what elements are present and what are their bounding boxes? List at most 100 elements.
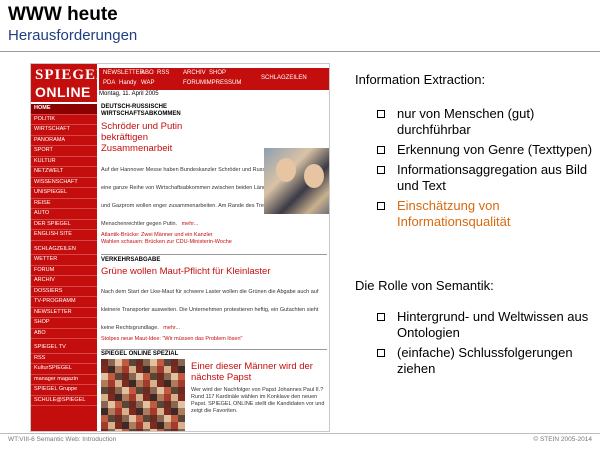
mosaic-tile — [171, 373, 178, 380]
sidebar-item[interactable]: KulturSPIEGEL — [31, 364, 97, 375]
sidebar-item[interactable]: SPIEGEL Gruppe — [31, 385, 97, 396]
list-item-text: Informationsaggregation aus Bild und Tex… — [397, 162, 588, 193]
mosaic-tile — [108, 429, 115, 431]
mosaic-tile — [115, 394, 122, 401]
spezial-headline[interactable]: Einer dieser Männer wird der nächste Pap… — [191, 361, 325, 383]
topnav-shop[interactable]: SHOP — [209, 70, 226, 77]
mosaic-tile — [143, 422, 150, 429]
sidebar-item[interactable]: SPIEGEL TV — [31, 343, 97, 354]
sidebar-item[interactable]: SHOP — [31, 318, 97, 329]
mosaic-tile — [101, 401, 108, 408]
mosaic-tile — [122, 387, 129, 394]
topnav-forum[interactable]: FORUM — [183, 80, 205, 87]
mosaic-tile — [122, 401, 129, 408]
story-more-link[interactable]: mehr... — [182, 221, 199, 227]
sidebar-item[interactable]: DER SPIEGEL — [31, 220, 97, 230]
sidebar-item[interactable]: WISSENSCHAFT — [31, 178, 97, 188]
topnav-impressum[interactable]: IMPRESSUM — [205, 80, 241, 87]
sidebar-item[interactable]: WIRTSCHAFT — [31, 125, 97, 136]
mosaic-tile — [101, 359, 108, 366]
mosaic-tile — [136, 422, 143, 429]
sidebar-item[interactable]: TV-PROGRAMM — [31, 297, 97, 308]
date-line: Montag, 11. April 2005 — [99, 91, 159, 97]
story-related-link[interactable]: Atlantik-Brücke: Zwei Männer und ein Kan… — [101, 232, 327, 239]
sidebar-item[interactable]: SPORT — [31, 146, 97, 157]
sidebar-item[interactable]: ARCHIV — [31, 276, 97, 287]
list-item: Erkennung von Genre (Texttypen) — [375, 142, 597, 158]
mosaic-tile — [171, 394, 178, 401]
topnav-abo[interactable]: ABO — [141, 70, 154, 77]
sidebar-item[interactable]: RSS — [31, 354, 97, 364]
sidebar-item[interactable]: PANORAMA — [31, 136, 97, 146]
slide-subtitle: Herausforderungen — [8, 27, 138, 44]
topnav-schlagzeilen[interactable]: SCHLAGZEILEN — [261, 75, 307, 82]
sidebar-item[interactable]: DOSSIERS — [31, 287, 97, 297]
content-area: DEUTSCH-RUSSISCHE WIRTSCHAFTSABKOMMEN Sc… — [101, 104, 329, 431]
mosaic-tile — [164, 366, 171, 373]
mosaic-tile — [129, 359, 136, 366]
topnav-handy[interactable]: Handy — [119, 80, 136, 87]
mosaic-tile — [150, 380, 157, 387]
story-related-link[interactable]: Wahlen schauen: Brücken zur CDU-Minister… — [101, 239, 327, 246]
topnav-pda[interactable]: PDA — [103, 80, 115, 87]
mosaic-tile — [101, 380, 108, 387]
story-headline[interactable]: Schröder und Putin bekräftigen Zusammena… — [101, 121, 221, 154]
spiegel-logo[interactable]: SPIEGEL ONLINE — [31, 64, 106, 102]
mosaic-tile — [115, 366, 122, 373]
sidebar-item[interactable]: SCHULE@SPIEGEL — [31, 396, 97, 406]
sidebar-item[interactable]: AUTO — [31, 209, 97, 220]
mosaic-tile — [150, 401, 157, 408]
mosaic-tile — [101, 394, 108, 401]
sidebar-item[interactable]: HOME — [31, 104, 97, 115]
mosaic-tile — [115, 422, 122, 429]
story-photo[interactable] — [264, 148, 329, 214]
list-item: Informationsaggregation aus Bild und Tex… — [375, 162, 597, 194]
sidebar-item[interactable]: SCHLAGZEILEN — [31, 245, 97, 255]
mosaic-tile — [150, 415, 157, 422]
mosaic-tile — [122, 429, 129, 431]
sidebar-item[interactable]: REISE — [31, 199, 97, 209]
story-related-link[interactable]: Stolpes neue Maut-Idee: "Wir müssen das … — [101, 336, 327, 343]
mosaic-tile — [178, 366, 185, 373]
logo-line2: ONLINE — [35, 84, 91, 100]
mosaic-tile — [150, 359, 157, 366]
sidebar-item[interactable]: NETZWELT — [31, 167, 97, 178]
mosaic-tile — [171, 359, 178, 366]
story-headline[interactable]: Grüne wollen Maut-Pflicht für Kleinlaste… — [101, 266, 327, 277]
sidebar-item[interactable]: ABO — [31, 329, 97, 339]
mosaic-tile — [157, 387, 164, 394]
mosaic-tile — [115, 429, 122, 431]
mosaic-tile — [143, 429, 150, 431]
sidebar-item[interactable]: POLITIK — [31, 115, 97, 125]
sidebar-item[interactable]: ENGLISH SITE — [31, 230, 97, 241]
mosaic-tile — [129, 394, 136, 401]
sidebar-item[interactable]: NEWSLETTER — [31, 308, 97, 318]
mosaic-tile — [178, 373, 185, 380]
mosaic-tile — [108, 394, 115, 401]
topnav-rss[interactable]: RSS — [157, 70, 169, 77]
sidebar-item[interactable]: UNISPIEGEL — [31, 188, 97, 199]
mosaic-tile — [178, 380, 185, 387]
story-body: Nach dem Start der Lkw-Maut für schwere … — [101, 289, 319, 331]
topnav-wap[interactable]: WAP — [141, 80, 154, 87]
mosaic-tile — [101, 366, 108, 373]
mosaic-tile — [108, 401, 115, 408]
mosaic-tile — [101, 422, 108, 429]
mosaic-tile — [108, 422, 115, 429]
list-item: Hintergrund- und Weltwissen aus Ontologi… — [375, 309, 597, 341]
mosaic-tile — [108, 408, 115, 415]
cardinals-mosaic[interactable] — [101, 359, 185, 431]
mosaic-tile — [136, 415, 143, 422]
sidebar-item[interactable]: manager magazin — [31, 375, 97, 385]
sidebar-item[interactable]: FORUM — [31, 266, 97, 276]
logo-line1: SPIEGEL — [35, 67, 108, 83]
mosaic-tile — [171, 401, 178, 408]
mosaic-tile — [129, 422, 136, 429]
topnav-archiv[interactable]: ARCHIV — [183, 70, 206, 77]
sidebar-item[interactable]: WETTER — [31, 255, 97, 266]
mosaic-tile — [157, 415, 164, 422]
mosaic-tile — [115, 359, 122, 366]
story-more-link[interactable]: mehr... — [163, 325, 180, 331]
topnav-newsletter[interactable]: NEWSLETTER — [103, 70, 144, 77]
sidebar-item[interactable]: KULTUR — [31, 157, 97, 167]
